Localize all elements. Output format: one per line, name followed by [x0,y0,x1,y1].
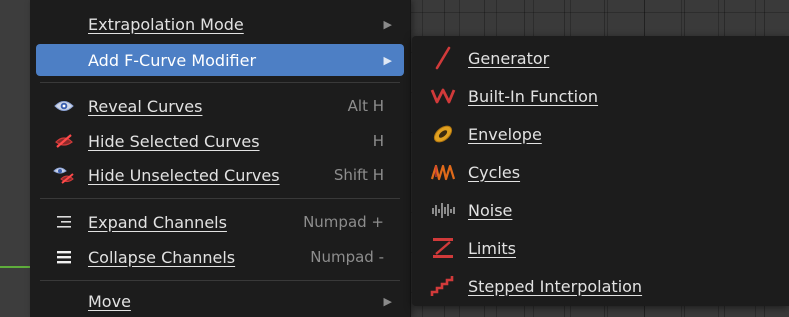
eye-hidden-unselected-icon [50,163,78,187]
menu-item-hide-selected-curves[interactable]: Hide Selected Curves H [36,125,404,157]
menu-item-collapse-channels[interactable]: Collapse Channels Numpad - [36,241,404,273]
menu-item-move[interactable]: Move ▶ [36,285,404,317]
menu-separator [40,198,400,199]
menu-item-label: Reveal Curves [88,96,203,116]
menu-item-label: Collapse Channels [88,247,236,267]
shortcut-label: Numpad + [303,213,384,231]
shortcut-label: Shift H [333,166,384,184]
menu-item-extrapolation-mode[interactable]: Extrapolation Mode ▶ [36,8,404,40]
submenu-item-cycles[interactable]: Cycles [412,154,789,190]
submenu-item-generator[interactable]: Generator [412,40,789,76]
context-menu: Extrapolation Mode ▶ Add F-Curve Modifie… [30,0,411,317]
expand-lines-icon [50,210,78,234]
shortcut-label: H [372,132,384,150]
menu-item-label: Extrapolation Mode [88,14,244,34]
submenu-item-label: Cycles [468,162,521,182]
submenu-arrow-icon: ▶ [383,53,392,67]
menu-item-expand-channels[interactable]: Expand Channels Numpad + [36,206,404,238]
menu-separator [40,280,400,281]
noise-icon [428,197,458,223]
menu-item-reveal-curves[interactable]: Reveal Curves Alt H [36,90,404,122]
submenu-item-noise[interactable]: Noise [412,192,789,228]
menu-item-add-fcurve-modifier[interactable]: Add F-Curve Modifier ▶ [36,44,404,76]
builtin-function-icon [428,83,458,109]
submenu-item-label: Noise [468,200,513,220]
submenu-item-label: Limits [468,238,516,258]
channel-color-line [0,266,30,268]
envelope-icon [428,121,458,147]
collapse-lines-icon [50,245,78,269]
submenu-item-limits[interactable]: Limits [412,230,789,266]
submenu-item-label: Built-In Function [468,86,599,106]
channel-region-edge [0,0,30,317]
menu-item-label: Add F-Curve Modifier [88,50,257,70]
menu-item-label: Move [88,291,131,311]
submenu-arrow-icon: ▶ [383,17,392,31]
eye-icon [50,94,78,118]
cycles-icon [428,159,458,185]
menu-item-label: Expand Channels [88,212,227,232]
shortcut-label: Numpad - [310,248,384,266]
graph-editor: Extrapolation Mode ▶ Add F-Curve Modifie… [0,0,789,317]
generator-icon [428,45,458,71]
menu-separator [40,82,400,83]
shortcut-label: Alt H [347,97,384,115]
fcurve-modifier-submenu: Generator Built-In Function Envelope Cyc… [412,36,789,306]
menu-item-label: Hide Unselected Curves [88,165,280,185]
stepped-interpolation-icon [428,273,458,299]
submenu-item-label: Generator [468,48,550,68]
submenu-arrow-icon: ▶ [383,294,392,308]
submenu-item-stepped-interpolation[interactable]: Stepped Interpolation [412,268,789,304]
submenu-item-envelope[interactable]: Envelope [412,116,789,152]
eye-hidden-icon [50,129,78,153]
menu-item-hide-unselected-curves[interactable]: Hide Unselected Curves Shift H [36,159,404,191]
submenu-item-built-in-function[interactable]: Built-In Function [412,78,789,114]
submenu-item-label: Envelope [468,124,542,144]
submenu-item-label: Stepped Interpolation [468,276,643,296]
limits-icon [428,235,458,261]
menu-item-label: Hide Selected Curves [88,131,260,151]
